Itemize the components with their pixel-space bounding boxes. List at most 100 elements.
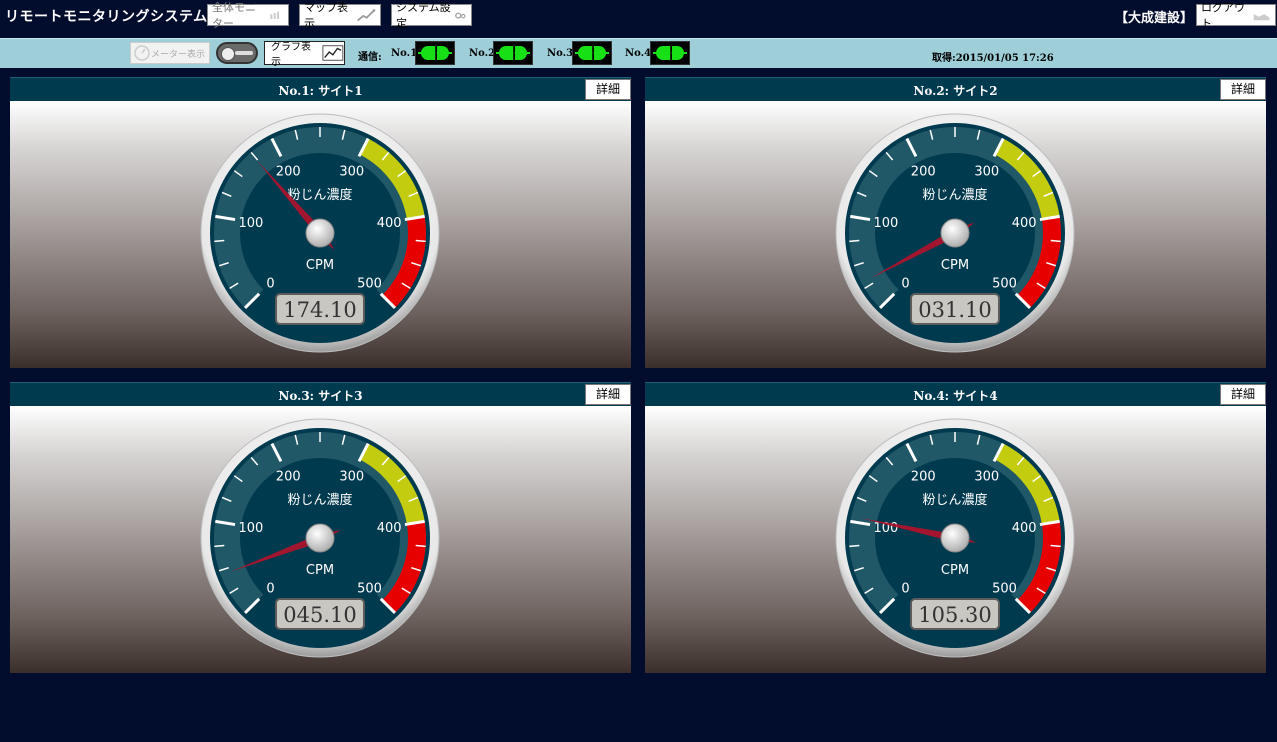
panel-body: 0 100 200 300 400 500 粉じん濃度 CPM 045.10 [10,406,631,673]
gauge-tick-label: 0 [266,276,274,291]
node-label-1: No.1 [391,48,418,59]
panel-title: No.4: サイト4 [913,389,998,403]
acquired-timestamp: 取得:2015/01/05 17:26 [932,53,1054,64]
gauge-tick [1050,239,1061,243]
company-name: 【大成建設】 [1114,11,1193,26]
map-view-button[interactable]: マップ表示 [299,1,381,30]
gauge-tick-label: 400 [377,216,402,231]
gauge-tick-label: 500 [992,581,1017,596]
gauge-label: 粉じん濃度 [922,187,987,203]
overall-monitor-button[interactable]: 全体モニター [207,1,289,30]
gauge-tick-label: 200 [911,165,936,180]
gauge-panel-1: No.1: サイト1 詳細 0 100 200 300 400 500 粉じん濃度 CPM 17… [10,77,631,368]
gauge-hub [305,523,335,553]
gauge-unit: CPM [306,258,334,273]
graph-view-label: グラフ表示 [271,42,311,68]
panel-header: No.4: サイト4 詳細 [645,382,1266,407]
gauge-tick-label: 400 [1012,521,1037,536]
monitor-icon [270,11,280,20]
connection-plug-icon-3 [572,41,612,65]
overall-monitor-label: 全体モニター [212,1,256,30]
gauge-tick-label: 500 [357,581,382,596]
gauge-tick-label: 100 [238,216,263,231]
panel-title: No.2: サイト2 [913,84,998,98]
line-graph-icon [322,45,344,61]
gauge: 0 100 200 300 400 500 粉じん濃度 CPM 031.10 [835,113,1075,353]
panel-header: No.1: サイト1 詳細 [10,77,631,102]
gauge-hub [940,218,970,248]
status-bar: メーター表示 グラフ表示 通信: No.1 No.2 No.3 No.4 取得:… [0,38,1277,68]
gauge-tick-label: 400 [1012,216,1037,231]
connection-plug-icon-1 [415,41,455,65]
gauge-label: 粉じん濃度 [287,187,352,203]
top-bar: リモートモニタリングシステム 全体モニター マップ表示 システム設定 【大成建設… [0,0,1277,36]
panel-body: 0 100 200 300 400 500 粉じん濃度 CPM 174.10 [10,101,631,368]
meter-icon [134,45,150,61]
gauge-tick [214,544,225,548]
detail-button[interactable]: 詳細 [585,79,631,100]
gauge-tick [849,544,860,548]
node-label-3: No.3 [547,48,574,59]
gauge-tick-label: 500 [357,276,382,291]
toggle-slot [235,51,253,55]
gauge-tick [849,239,860,243]
gauge: 0 100 200 300 400 500 粉じん濃度 CPM 045.10 [200,418,440,658]
panel-title: No.1: サイト1 [278,84,363,98]
graph-view-button[interactable]: グラフ表示 [264,41,345,68]
gauge-readout: 105.30 [918,603,991,627]
toggle-knob [221,47,235,61]
gauge-readout: 045.10 [283,603,356,627]
logout-icon [1253,14,1270,21]
gauge-tick-label: 300 [974,470,999,485]
gauge-tick-label: 300 [339,165,364,180]
detail-button[interactable]: 詳細 [1220,79,1266,100]
gauge-tick-label: 200 [911,470,936,485]
gauge-tick-label: 400 [377,521,402,536]
view-toggle-switch[interactable] [216,42,258,64]
gauge-panel-2: No.2: サイト2 詳細 0 100 200 300 400 500 粉じん濃度 CPM 03… [645,77,1266,368]
connection-plug-icon-2 [493,41,533,65]
node-label-2: No.2 [469,48,496,59]
gauge-tick-label: 300 [339,470,364,485]
gauge-readout: 031.10 [918,298,991,322]
gauge-label: 粉じん濃度 [922,492,987,508]
gauge: 0100200 300400500粉じん濃度CPM105.30 [835,418,1075,658]
gauge-tick-label: 0 [266,581,274,596]
gauge-tick-label: 500 [992,276,1017,291]
gear-icon [454,12,466,19]
gauge-panel-3: No.3: サイト3 詳細 0 100 200 300 400 500 粉じん濃度 CPM 04… [10,382,631,673]
gauge: 0 100 200 300 400 500 粉じん濃度 CPM 174.10 [200,113,440,353]
gauge-tick [415,239,426,243]
detail-button[interactable]: 詳細 [1220,384,1266,405]
panel-body: 0 100 200 300 400 500 粉じん濃度 CPM 105.30 [645,406,1266,673]
gauge-tick-label: 200 [276,470,301,485]
meter-view-button[interactable]: メーター表示 [130,42,210,64]
gauge-tick-label: 100 [238,521,263,536]
gauge-tick [1050,544,1061,548]
gauge-tick [214,239,225,243]
gauge-unit: CPM [941,258,969,273]
gauge-readout: 174.10 [283,298,356,322]
gauge-tick [415,544,426,548]
gauge-tick-label: 0 [901,276,909,291]
panel-header: No.2: サイト2 詳細 [645,77,1266,102]
app-title: リモートモニタリングシステム [5,9,208,25]
gauge-unit: CPM [306,563,334,578]
system-settings-label: システム設定 [396,1,451,30]
logout-button[interactable]: ログアウト [1196,1,1276,30]
gauge-tick-label: 200 [276,165,301,180]
gauge-panel-4: No.4: サイト4 詳細 0 100 200 300 400 500 粉じん濃度 CPM 10… [645,382,1266,673]
gauge-tick-label: 0 [901,581,909,596]
meter-view-label: メーター表示 [151,49,206,60]
gauge-tick-label: 100 [873,216,898,231]
node-label-4: No.4 [625,48,652,59]
system-settings-button[interactable]: システム設定 [391,1,472,30]
map-view-label: マップ表示 [304,1,348,30]
gauge-hub [940,523,970,553]
gauge-hub [305,218,335,248]
gauge-unit: CPM [941,563,969,578]
panel-body: 0 100 200 300 400 500 粉じん濃度 CPM 031.10 [645,101,1266,368]
comm-label: 通信: [358,52,382,63]
detail-button[interactable]: 詳細 [585,384,631,405]
gauge-tick-label: 300 [974,165,999,180]
